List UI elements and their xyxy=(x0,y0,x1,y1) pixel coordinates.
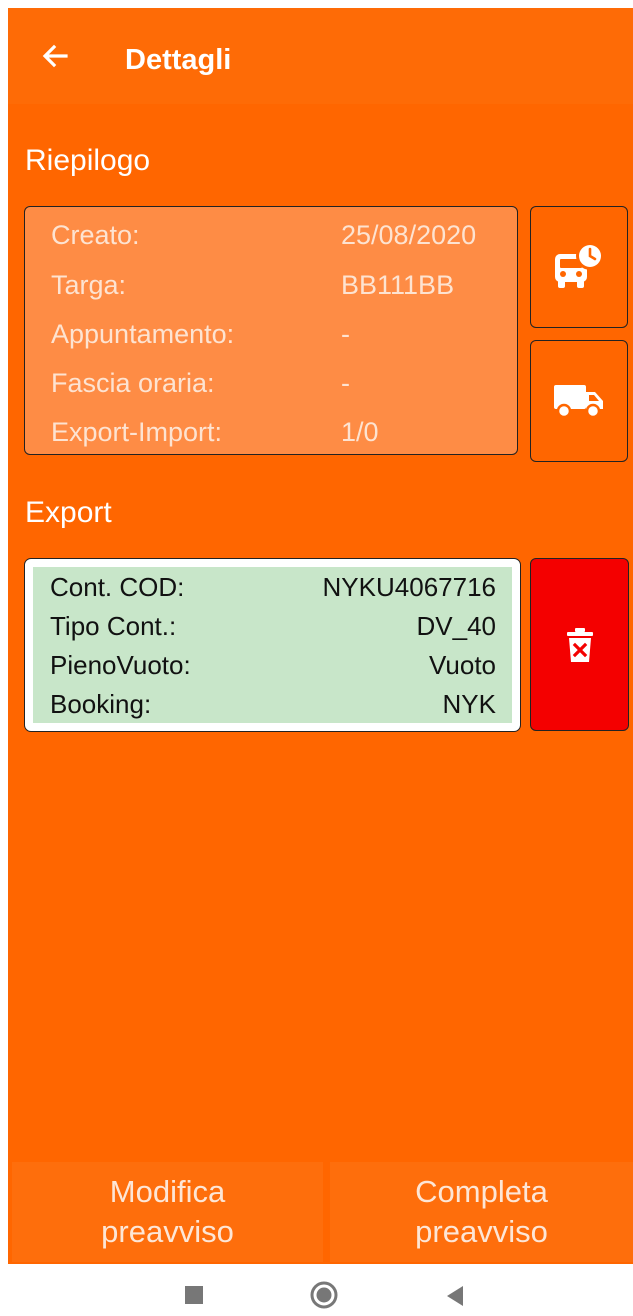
truck-icon xyxy=(554,385,603,419)
summary-row-created: Creato: 25/08/2020 xyxy=(51,220,511,260)
summary-label: Appuntamento: xyxy=(51,319,235,349)
export-card-body: Cont. COD: NYKU4067716 Tipo Cont.: DV_40… xyxy=(33,567,512,723)
export-value: Vuoto xyxy=(429,650,496,680)
truck-button[interactable] xyxy=(530,340,628,462)
summary-row-export-import: Export-Import: 1/0 xyxy=(51,417,511,457)
export-row-full-empty: PienoVuoto: Vuoto xyxy=(50,650,496,686)
arrow-left-icon xyxy=(42,44,68,68)
summary-section-title: Riepilogo xyxy=(25,144,151,177)
page-title: Dettagli xyxy=(125,44,232,76)
modify-notice-line2: preavviso xyxy=(101,1214,234,1249)
summary-label: Fascia oraria: xyxy=(51,368,215,398)
system-nav-bar xyxy=(0,1264,633,1316)
back-button[interactable] xyxy=(36,36,76,76)
triangle-back-icon xyxy=(447,1286,463,1306)
export-row-container-type: Tipo Cont.: DV_40 xyxy=(50,611,496,647)
modify-notice-button[interactable]: Modifica preavviso xyxy=(12,1162,323,1262)
modify-notice-line1: Modifica xyxy=(109,1174,226,1209)
summary-label: Creato: xyxy=(51,220,140,250)
summary-row-plate: Targa: BB111BB xyxy=(51,270,511,310)
summary-row-time-slot: Fascia oraria: - xyxy=(51,368,511,408)
export-label: Booking: xyxy=(50,689,152,719)
export-label: PienoVuoto: xyxy=(50,650,191,680)
export-row-container-code: Cont. COD: NYKU4067716 xyxy=(50,572,496,608)
recents-button[interactable] xyxy=(185,1286,203,1309)
export-value: DV_40 xyxy=(416,611,497,641)
truck-clock-icon xyxy=(555,242,604,288)
square-icon xyxy=(185,1286,203,1304)
schedule-truck-button[interactable] xyxy=(530,206,628,328)
summary-label: Export-Import: xyxy=(51,417,223,447)
export-row-booking: Booking: NYK xyxy=(50,689,496,725)
export-label: Tipo Cont.: xyxy=(50,611,177,641)
export-value: NYK xyxy=(442,689,496,719)
summary-value: 25/08/2020 xyxy=(341,220,477,250)
delete-export-button[interactable] xyxy=(530,558,629,731)
export-section-title: Export xyxy=(25,496,112,529)
summary-row-appointment: Appuntamento: - xyxy=(51,319,511,359)
home-button[interactable] xyxy=(310,1281,338,1314)
summary-value: - xyxy=(341,368,350,398)
summary-value: - xyxy=(341,319,350,349)
summary-card: Creato: 25/08/2020 Targa: BB111BB Appunt… xyxy=(24,206,518,455)
app-bar: Dettagli xyxy=(8,8,633,104)
trash-x-icon xyxy=(566,627,593,662)
summary-value: BB111BB xyxy=(341,270,455,300)
summary-value: 1/0 xyxy=(341,417,379,447)
export-value: NYKU4067716 xyxy=(322,572,496,602)
complete-notice-button[interactable]: Completa preavviso xyxy=(330,1162,633,1262)
back-nav-button[interactable] xyxy=(445,1285,465,1312)
summary-label: Targa: xyxy=(51,270,127,300)
complete-notice-line2: preavviso xyxy=(415,1214,548,1249)
complete-notice-line1: Completa xyxy=(415,1174,548,1209)
app-screen: Dettagli Riepilogo Creato: 25/08/2020 Ta… xyxy=(8,8,633,1264)
export-card[interactable]: Cont. COD: NYKU4067716 Tipo Cont.: DV_40… xyxy=(24,558,521,732)
export-label: Cont. COD: xyxy=(50,572,185,602)
circle-icon xyxy=(310,1281,338,1309)
